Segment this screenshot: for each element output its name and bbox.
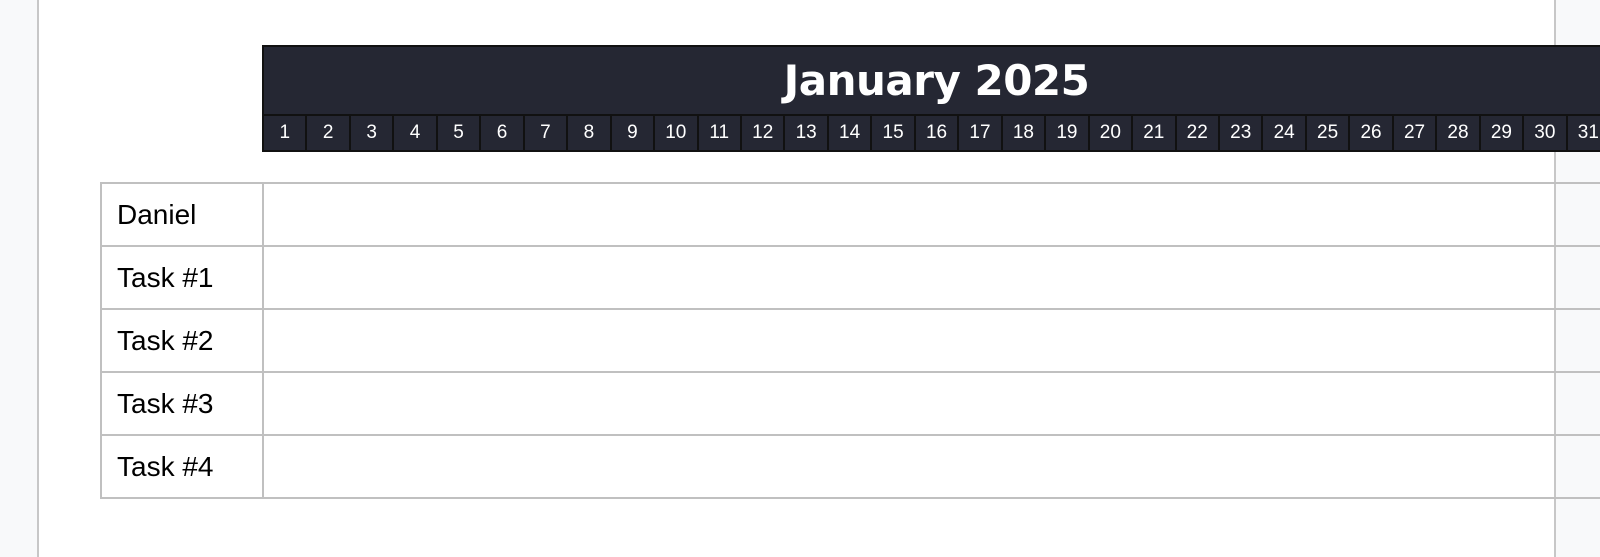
timeline-cell[interactable] [262, 182, 1600, 247]
day-cell[interactable]: 3 [351, 116, 395, 152]
table-row: Task #2 [100, 308, 1600, 373]
day-cell[interactable]: 8 [568, 116, 612, 152]
timeline-cell[interactable] [262, 371, 1600, 436]
day-cell[interactable]: 7 [525, 116, 569, 152]
day-cell[interactable]: 27 [1394, 116, 1438, 152]
day-cell[interactable]: 14 [829, 116, 873, 152]
table-row: Task #4 [100, 434, 1600, 499]
timeline-cell[interactable] [262, 434, 1600, 499]
row-label[interactable]: Task #3 [100, 371, 264, 436]
day-cell[interactable]: 20 [1090, 116, 1134, 152]
day-cell[interactable]: 2 [307, 116, 351, 152]
day-cell[interactable]: 31 [1568, 116, 1600, 152]
day-cell[interactable]: 18 [1003, 116, 1047, 152]
timeline-cell[interactable] [262, 245, 1600, 310]
day-cell[interactable]: 25 [1307, 116, 1351, 152]
day-cell[interactable]: 11 [699, 116, 742, 152]
day-cell[interactable]: 4 [394, 116, 438, 152]
row-label[interactable]: Task #4 [100, 434, 264, 499]
day-cell[interactable]: 21 [1133, 116, 1177, 152]
row-label[interactable]: Task #1 [100, 245, 264, 310]
day-cell[interactable]: 6 [481, 116, 525, 152]
day-cell[interactable]: 22 [1177, 116, 1220, 152]
day-cell[interactable]: 15 [872, 116, 916, 152]
row-label[interactable]: Task #2 [100, 308, 264, 373]
table-row: Daniel [100, 182, 1600, 247]
day-cell[interactable]: 10 [655, 116, 699, 152]
table-row: Task #3 [100, 371, 1600, 436]
day-cell[interactable]: 23 [1220, 116, 1264, 152]
day-cell[interactable]: 16 [916, 116, 960, 152]
day-cell[interactable]: 1 [264, 116, 308, 152]
day-cell[interactable]: 29 [1481, 116, 1525, 152]
row-label[interactable]: Daniel [100, 182, 264, 247]
calendar-header: January 2025 1 2 3 4 5 6 7 8 9 10 11 12 … [262, 45, 1600, 152]
day-cell[interactable]: 28 [1437, 116, 1481, 152]
day-cell[interactable]: 30 [1524, 116, 1568, 152]
table-row: Task #1 [100, 245, 1600, 310]
day-cell[interactable]: 5 [438, 116, 482, 152]
day-cell[interactable]: 26 [1350, 116, 1394, 152]
task-table: Daniel Task #1 Task #2 Task #3 Task #4 [100, 182, 1600, 499]
document-page: January 2025 1 2 3 4 5 6 7 8 9 10 11 12 … [37, 0, 1600, 557]
day-row: 1 2 3 4 5 6 7 8 9 10 11 12 13 14 15 16 1… [264, 114, 1600, 152]
day-cell[interactable]: 12 [742, 116, 786, 152]
day-cell[interactable]: 19 [1046, 116, 1090, 152]
day-cell[interactable]: 24 [1263, 116, 1307, 152]
day-cell[interactable]: 17 [959, 116, 1003, 152]
timeline-cell[interactable] [262, 308, 1600, 373]
day-cell[interactable]: 9 [612, 116, 656, 152]
month-title: January 2025 [783, 56, 1090, 105]
day-cell[interactable]: 13 [785, 116, 829, 152]
